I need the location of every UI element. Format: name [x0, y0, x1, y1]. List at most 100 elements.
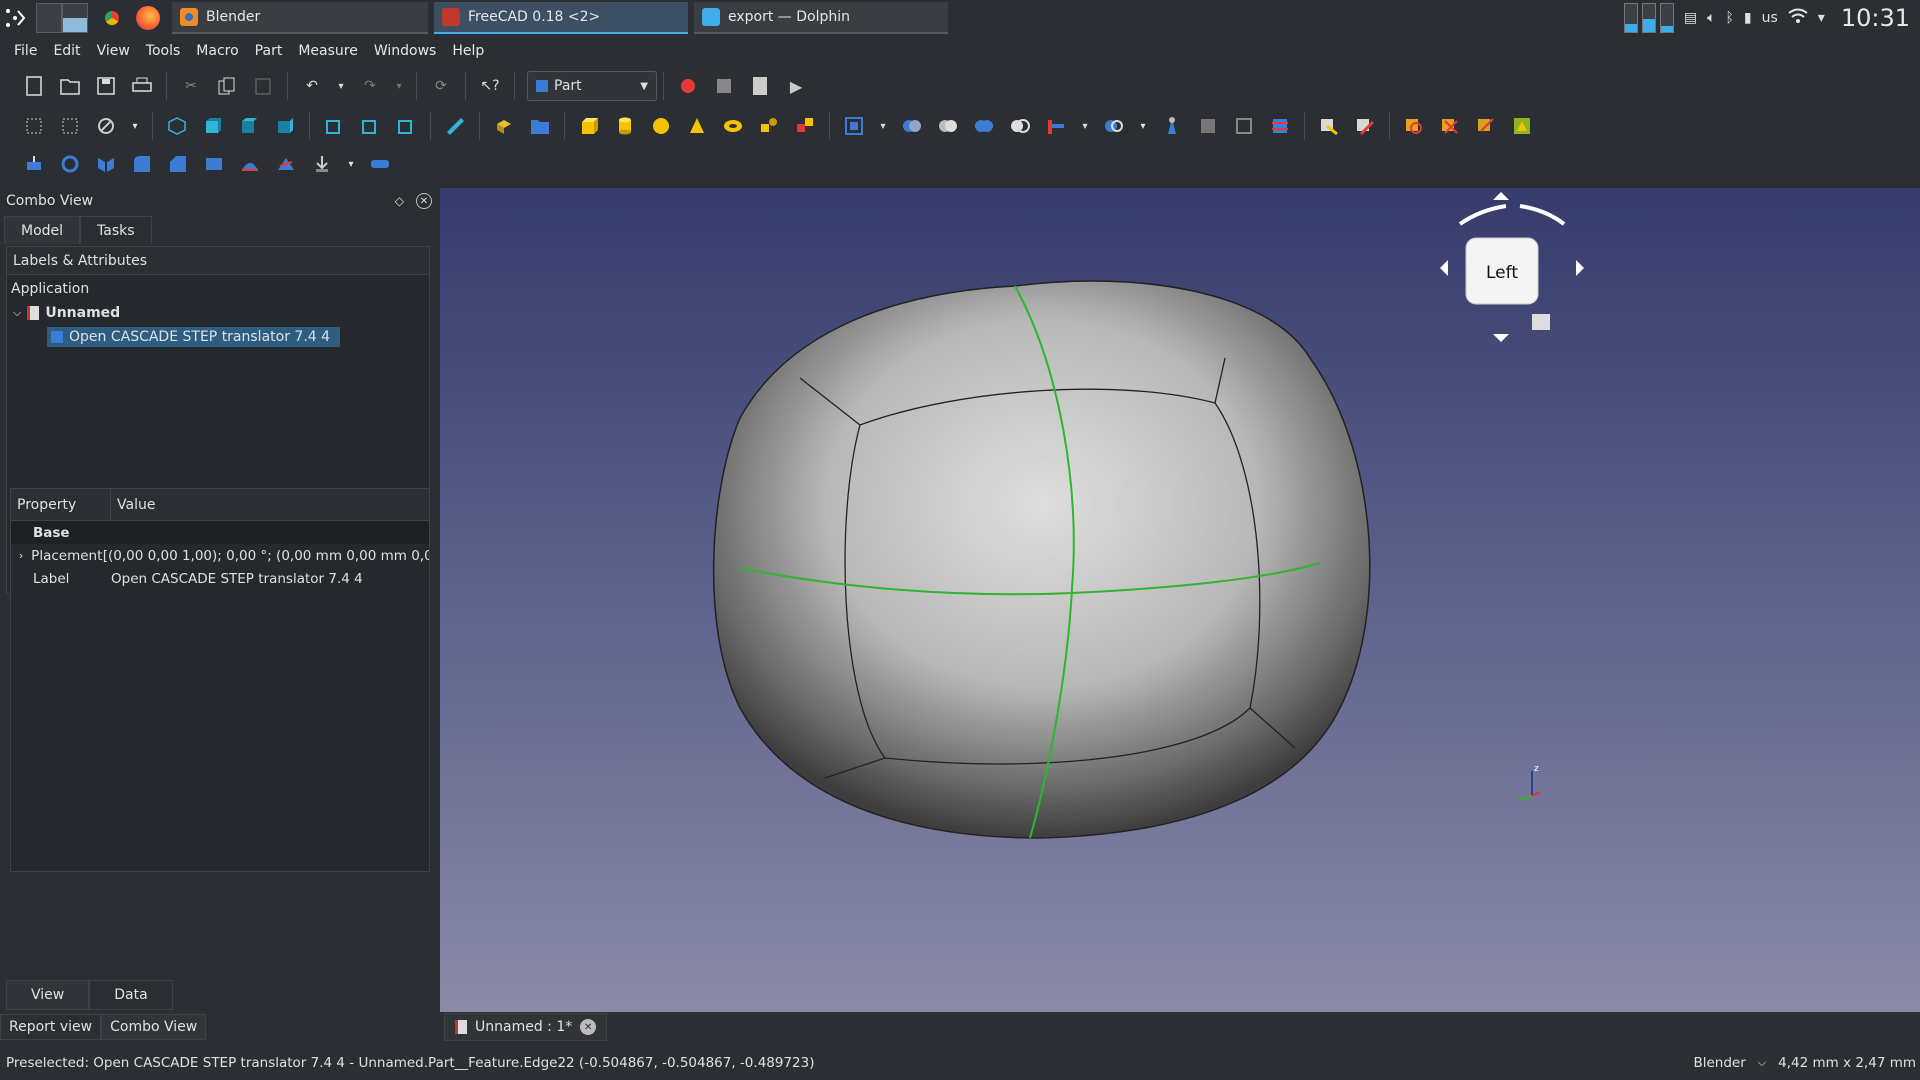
tab-view[interactable]: View: [6, 980, 90, 1010]
sphere-solid[interactable]: [712, 280, 1371, 839]
toggle-delta-icon[interactable]: [1509, 113, 1535, 139]
menu-measure[interactable]: Measure: [290, 43, 366, 59]
view-right-icon[interactable]: [272, 113, 298, 139]
navigation-cube[interactable]: Left: [1440, 192, 1584, 342]
bluetooth-icon[interactable]: ᛒ: [1726, 10, 1734, 26]
arrow-right-icon[interactable]: [1576, 260, 1584, 276]
copy-icon[interactable]: [214, 73, 240, 99]
boolean-dropdown-icon[interactable]: ▾: [877, 113, 889, 139]
undo-dropdown-icon[interactable]: ▾: [335, 73, 347, 99]
chevron-right-icon[interactable]: ›: [11, 549, 31, 562]
tab-combo-view[interactable]: Combo View: [101, 1014, 207, 1040]
toggle-3d-icon[interactable]: [1473, 113, 1499, 139]
revolve-icon[interactable]: [57, 151, 83, 177]
new-document-icon[interactable]: [21, 73, 47, 99]
firefox-icon[interactable]: [136, 6, 160, 30]
cube-icon[interactable]: [576, 113, 602, 139]
create-group-icon[interactable]: [527, 113, 553, 139]
menu-part[interactable]: Part: [247, 43, 291, 59]
menu-windows[interactable]: Windows: [366, 43, 445, 59]
task-blender[interactable]: Blender: [172, 2, 428, 34]
scene-canvas[interactable]: Left z: [440, 188, 1920, 1012]
close-tab-icon[interactable]: ✕: [580, 1019, 597, 1035]
execute-macro-icon[interactable]: ▶: [783, 73, 809, 99]
cone-icon[interactable]: [684, 113, 710, 139]
loft-icon[interactable]: [273, 151, 299, 177]
property-column-header[interactable]: Property: [11, 489, 111, 520]
view-front-icon[interactable]: [200, 113, 226, 139]
tab-tasks[interactable]: Tasks: [80, 216, 152, 244]
chrome-icon[interactable]: [100, 6, 124, 30]
stop-macro-icon[interactable]: [711, 73, 737, 99]
torus-icon[interactable]: [720, 113, 746, 139]
3d-viewport[interactable]: Left z: [440, 188, 1920, 1012]
macros-icon[interactable]: [747, 73, 773, 99]
fit-all-icon[interactable]: [21, 113, 47, 139]
workbench-selector[interactable]: Part ▼: [527, 71, 657, 101]
boolean-icon[interactable]: [841, 113, 867, 139]
split-icon[interactable]: [1101, 113, 1127, 139]
menu-macro[interactable]: Macro: [188, 43, 246, 59]
tab-report-view[interactable]: Report view: [0, 1014, 102, 1040]
resource-monitor[interactable]: [1623, 3, 1674, 33]
arrow-up-icon[interactable]: [1493, 192, 1509, 200]
close-panel-icon[interactable]: ✕: [416, 193, 432, 209]
create-part-icon[interactable]: [491, 113, 517, 139]
record-macro-icon[interactable]: [675, 73, 701, 99]
virtual-desktop-pager[interactable]: [36, 3, 88, 33]
rotate-right-icon[interactable]: [1519, 204, 1566, 226]
sweep-dropdown-icon[interactable]: ▾: [345, 151, 357, 177]
float-panel-icon[interactable]: ◇: [395, 194, 404, 208]
arrow-left-icon[interactable]: [1440, 260, 1448, 276]
task-freecad[interactable]: FreeCAD 0.18 <2>: [434, 2, 688, 34]
cut-shapes-icon[interactable]: [899, 113, 925, 139]
redo-dropdown-icon[interactable]: ▾: [393, 73, 405, 99]
cut-icon[interactable]: ✂: [178, 73, 204, 99]
keyboard-layout[interactable]: us: [1762, 10, 1778, 26]
menu-tools[interactable]: Tools: [138, 43, 189, 59]
extrude-icon[interactable]: [21, 151, 47, 177]
view-rear-icon[interactable]: [321, 113, 347, 139]
desktop-2[interactable]: [62, 3, 88, 33]
compound-icon[interactable]: [1159, 113, 1185, 139]
menu-help[interactable]: Help: [444, 43, 492, 59]
battery-icon[interactable]: ▮: [1744, 10, 1752, 26]
fit-selection-icon[interactable]: [57, 113, 83, 139]
view-bottom-icon[interactable]: [357, 113, 383, 139]
whats-this-icon[interactable]: ↖?: [477, 73, 503, 99]
measure-distance-icon[interactable]: [442, 113, 468, 139]
make-face-icon[interactable]: [201, 151, 227, 177]
shape-builder-icon[interactable]: [792, 113, 818, 139]
task-dolphin[interactable]: export — Dolphin: [694, 2, 948, 34]
property-value[interactable]: Open CASCADE STEP translator 7.4 4: [111, 571, 363, 587]
chamfer-icon[interactable]: [165, 151, 191, 177]
cylinder-icon[interactable]: [612, 113, 638, 139]
check-geometry-icon[interactable]: [1195, 113, 1221, 139]
ruled-surface-icon[interactable]: [237, 151, 263, 177]
split-dropdown-icon[interactable]: ▾: [1137, 113, 1149, 139]
value-column-header[interactable]: Value: [111, 489, 155, 520]
desktop-1[interactable]: [36, 3, 62, 33]
navigation-style[interactable]: Blender: [1693, 1055, 1745, 1071]
join-features-icon[interactable]: [1043, 113, 1069, 139]
draw-style-dropdown-icon[interactable]: ▾: [129, 113, 141, 139]
sphere-icon[interactable]: [648, 113, 674, 139]
menu-edit[interactable]: Edit: [45, 43, 88, 59]
selected-object[interactable]: Open CASCADE STEP translator 7.4 4: [47, 327, 341, 347]
save-icon[interactable]: [93, 73, 119, 99]
open-folder-icon[interactable]: [57, 73, 83, 99]
undo-icon[interactable]: ↶: [299, 73, 325, 99]
view-top-icon[interactable]: [236, 113, 262, 139]
join-dropdown-icon[interactable]: ▾: [1079, 113, 1091, 139]
view-left-icon[interactable]: [393, 113, 419, 139]
common-icon[interactable]: [971, 113, 997, 139]
clipboard-icon[interactable]: ▤: [1684, 10, 1697, 26]
property-group-base[interactable]: Base: [11, 521, 429, 544]
paste-icon[interactable]: [250, 73, 276, 99]
defeaturing-icon[interactable]: [1231, 113, 1257, 139]
clear-measurements-icon[interactable]: [1437, 113, 1463, 139]
mirror-icon[interactable]: [93, 151, 119, 177]
tab-data[interactable]: Data: [89, 980, 173, 1010]
property-value[interactable]: [(0,00 0,00 1,00); 0,00 °; (0,00 mm 0,00…: [103, 548, 429, 564]
measure-angular-icon[interactable]: [1352, 113, 1378, 139]
